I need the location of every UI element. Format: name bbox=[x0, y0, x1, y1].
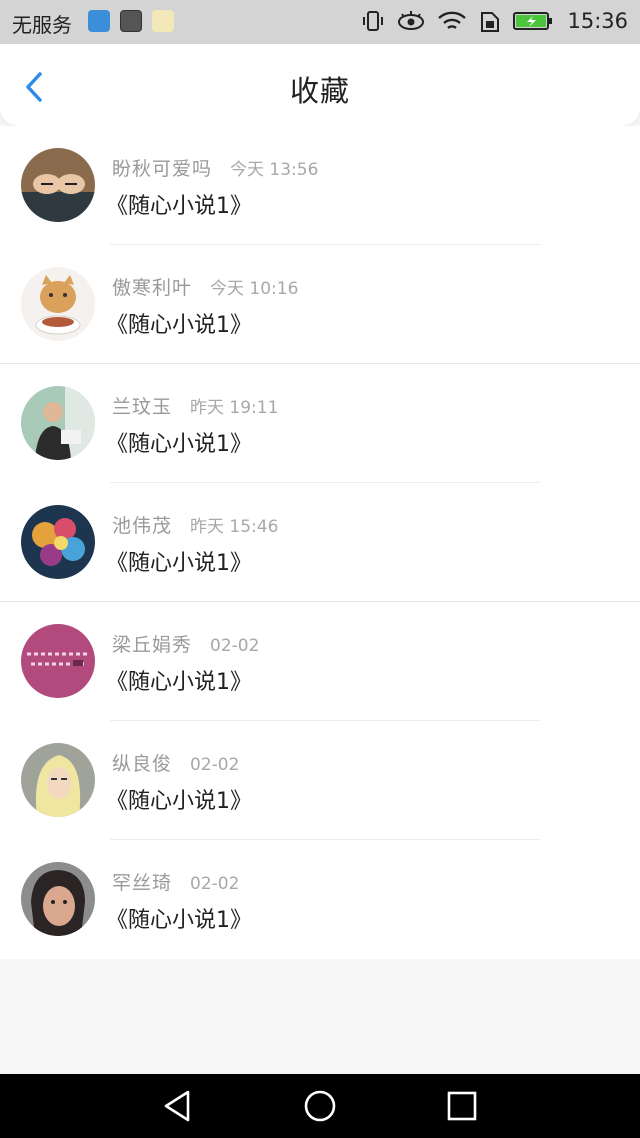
nav-back-icon[interactable] bbox=[160, 1088, 196, 1124]
book-title: 《随心小说1》 bbox=[106, 313, 252, 338]
timestamp: 02-02 bbox=[210, 636, 260, 656]
avatar bbox=[21, 624, 95, 698]
list-item[interactable]: 罕丝琦 02-02 《随心小说1》 bbox=[0, 840, 640, 959]
title-bar: 收藏 bbox=[0, 44, 640, 126]
book-title: 《随心小说1》 bbox=[106, 194, 252, 219]
nav-recent-icon[interactable] bbox=[444, 1088, 480, 1124]
timestamp: 02-02 bbox=[190, 874, 240, 894]
timestamp: 昨天 19:11 bbox=[190, 398, 279, 418]
timestamp: 02-02 bbox=[190, 755, 240, 775]
page-title: 收藏 bbox=[289, 74, 350, 108]
sim-icon bbox=[481, 12, 500, 32]
book-title: 《随心小说1》 bbox=[106, 789, 252, 814]
timestamp: 今天 10:16 bbox=[210, 279, 299, 299]
timestamp: 今天 13:56 bbox=[230, 160, 319, 180]
avatar bbox=[21, 505, 95, 579]
user-name: 盼秋可爱吗 bbox=[112, 158, 213, 180]
wifi-app-icon bbox=[88, 10, 110, 32]
user-name: 池伟茂 bbox=[112, 515, 173, 537]
eye-icon bbox=[398, 11, 425, 30]
wifi-icon bbox=[438, 11, 467, 29]
photo-app-icon bbox=[120, 10, 142, 32]
user-name: 罕丝琦 bbox=[112, 872, 173, 894]
avatar bbox=[21, 386, 95, 460]
avatar bbox=[21, 862, 95, 936]
list-item[interactable]: 傲寒利叶 今天 10:16 《随心小说1》 bbox=[0, 245, 640, 364]
nav-home-icon[interactable] bbox=[302, 1088, 338, 1124]
user-name: 兰玟玉 bbox=[112, 396, 173, 418]
carrier-label: 无服务 bbox=[12, 13, 72, 37]
vibrate-icon bbox=[363, 11, 384, 31]
avatar bbox=[21, 148, 95, 222]
book-title: 《随心小说1》 bbox=[106, 551, 252, 576]
user-name: 梁丘娟秀 bbox=[112, 634, 193, 656]
list-item[interactable]: 兰玟玉 昨天 19:11 《随心小说1》 bbox=[0, 364, 640, 483]
user-name: 纵良俊 bbox=[112, 753, 173, 775]
avatar bbox=[21, 267, 95, 341]
favorites-list: 盼秋可爱吗 今天 13:56 《随心小说1》 傲寒利叶 今天 10:16 《随心小说… bbox=[0, 126, 640, 959]
wechat-app-icon bbox=[152, 10, 174, 32]
list-item[interactable]: 纵良俊 02-02 《随心小说1》 bbox=[0, 721, 640, 840]
navigation-bar bbox=[0, 1074, 640, 1138]
list-item[interactable]: 盼秋可爱吗 今天 13:56 《随心小说1》 bbox=[0, 126, 640, 245]
timestamp: 昨天 15:46 bbox=[190, 517, 279, 537]
status-bar: 无服务 15:36 bbox=[0, 0, 640, 44]
clock: 15:36 bbox=[567, 9, 628, 33]
empty-area bbox=[0, 962, 640, 1074]
list-item[interactable]: 池伟茂 昨天 15:46 《随心小说1》 bbox=[0, 483, 640, 602]
avatar bbox=[21, 743, 95, 817]
battery-icon bbox=[513, 12, 553, 30]
book-title: 《随心小说1》 bbox=[106, 432, 252, 457]
list-item[interactable]: 梁丘娟秀 02-02 《随心小说1》 bbox=[0, 602, 640, 721]
book-title: 《随心小说1》 bbox=[106, 670, 252, 695]
user-name: 傲寒利叶 bbox=[112, 277, 193, 299]
book-title: 《随心小说1》 bbox=[106, 908, 252, 933]
